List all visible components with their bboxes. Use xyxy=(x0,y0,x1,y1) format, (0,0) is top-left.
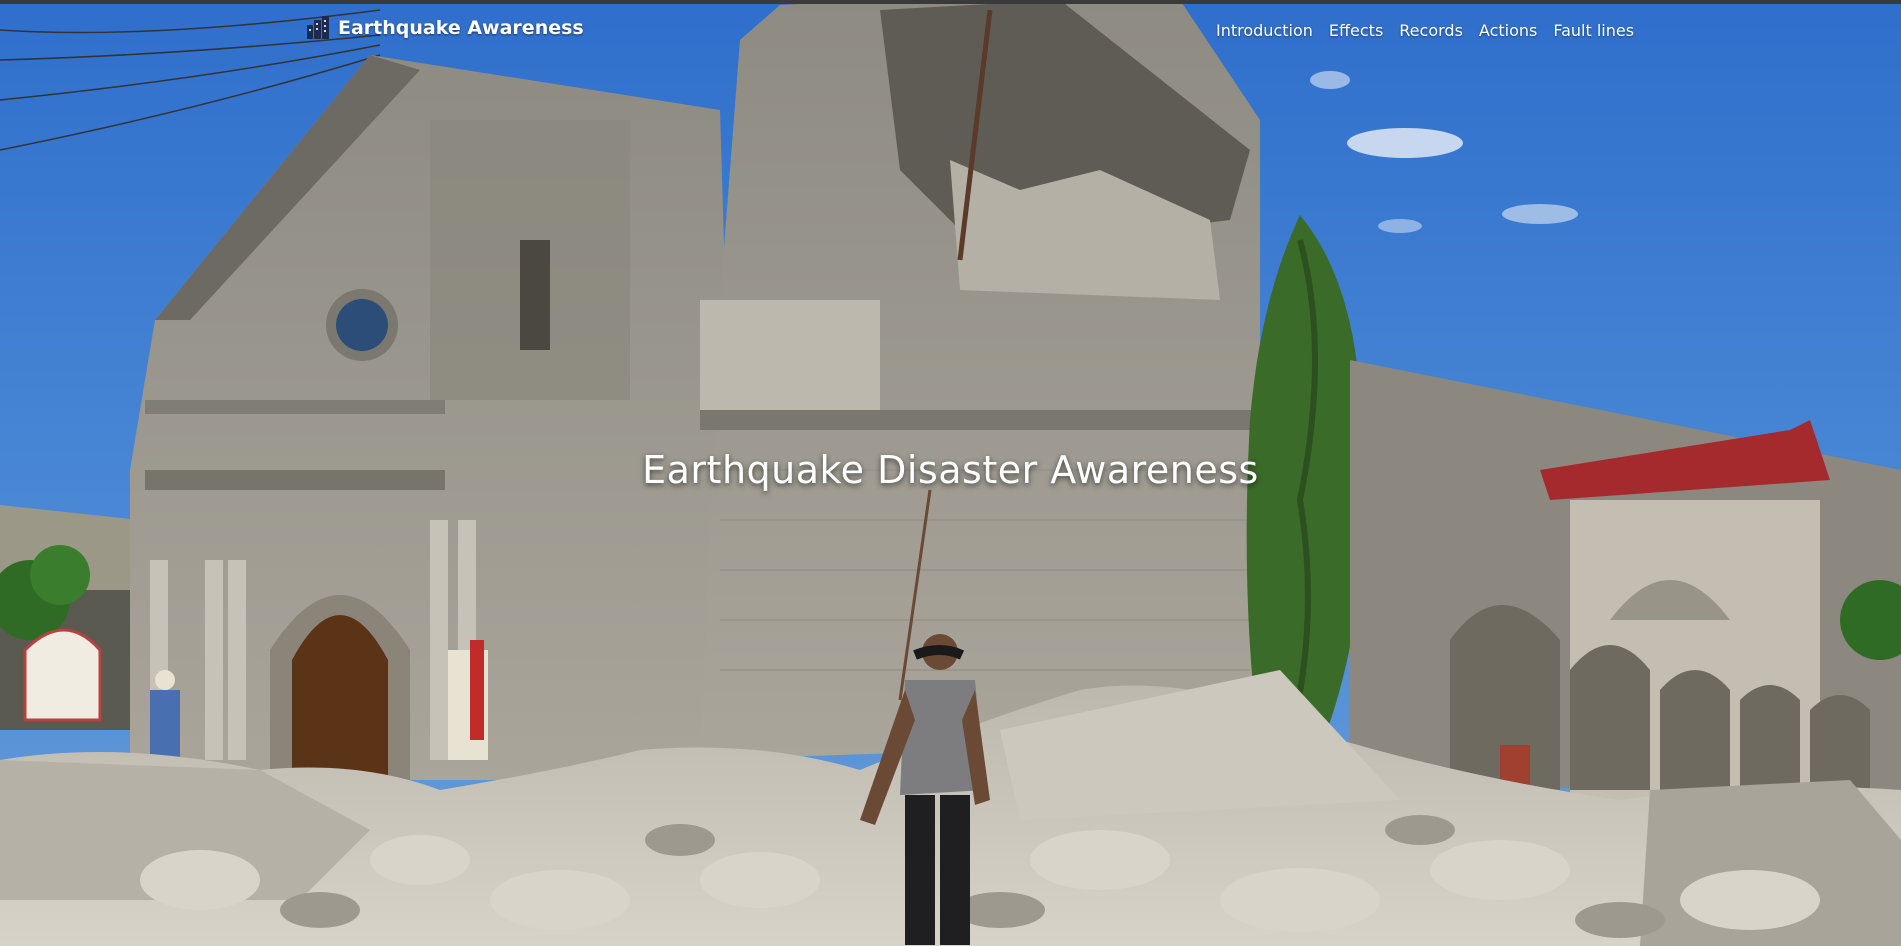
nav-link-effects[interactable]: Effects xyxy=(1329,21,1383,40)
brand-name: Earthquake Awareness xyxy=(338,17,584,39)
brand-link[interactable]: Earthquake Awareness xyxy=(306,16,584,40)
nav-link-introduction[interactable]: Introduction xyxy=(1216,21,1313,40)
navbar: Earthquake Awareness Introduction Effect… xyxy=(0,4,1901,60)
nav-menu: Introduction Effects Records Actions Fau… xyxy=(1216,21,1634,40)
page: Earthquake Awareness Introduction Effect… xyxy=(0,0,1901,946)
building-icon xyxy=(307,16,329,39)
hero-title: Earthquake Disaster Awareness xyxy=(642,448,1259,492)
nav-link-fault-lines[interactable]: Fault lines xyxy=(1553,21,1634,40)
nav-link-records[interactable]: Records xyxy=(1399,21,1463,40)
nav-link-actions[interactable]: Actions xyxy=(1479,21,1537,40)
